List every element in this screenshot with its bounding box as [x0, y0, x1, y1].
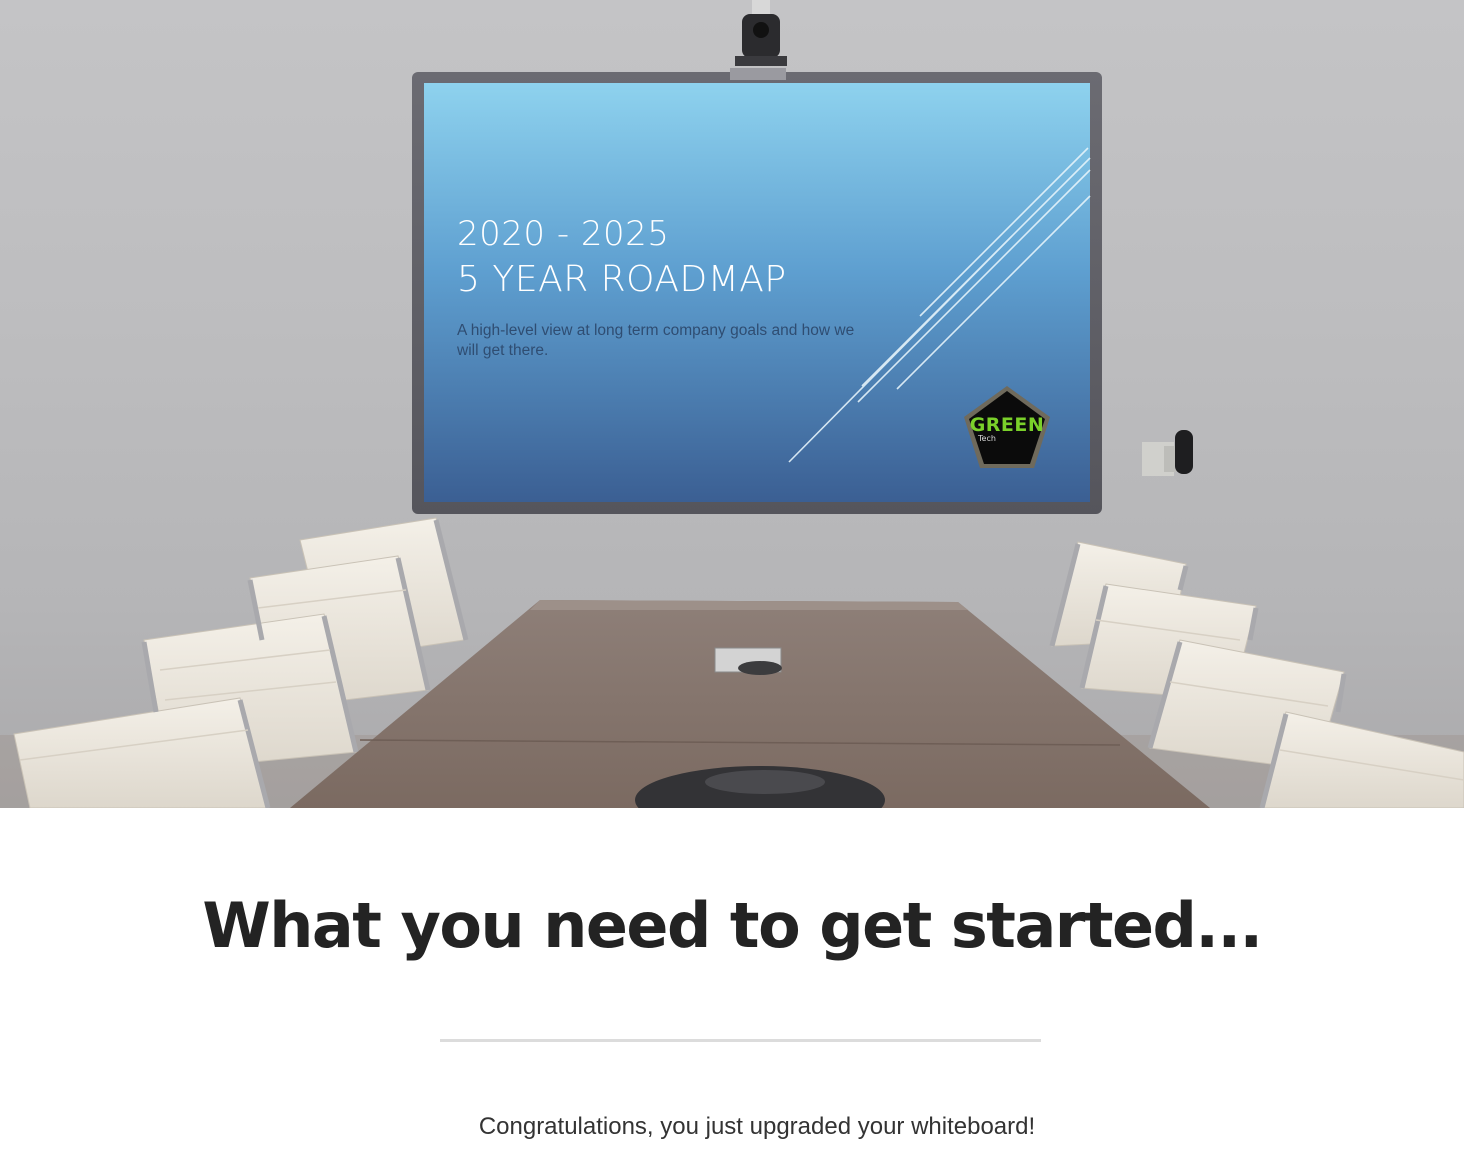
section-tagline: Congratulations, you just upgraded your … — [478, 1113, 1036, 1140]
hero-image: 2020 - 2025 5 YEAR ROADMAP A high-level … — [0, 0, 1464, 808]
section-divider — [440, 1039, 1041, 1042]
slide-year-range: 2020 - 2025 — [457, 214, 670, 254]
green-tech-logo: GREEN Tech — [962, 384, 1052, 470]
ceiling-camera-icon — [735, 0, 787, 66]
wall-control-panel-icon — [1142, 430, 1193, 476]
slide-title: 5 YEAR ROADMAP — [457, 259, 787, 300]
conference-room-illustration — [0, 0, 1464, 808]
logo-wordmark: GREEN — [969, 414, 1045, 436]
logo-subtext: Tech — [978, 434, 996, 443]
section-headline: What you need to get started... — [202, 889, 1263, 962]
slide-subtitle: A high-level view at long term company g… — [457, 322, 855, 359]
